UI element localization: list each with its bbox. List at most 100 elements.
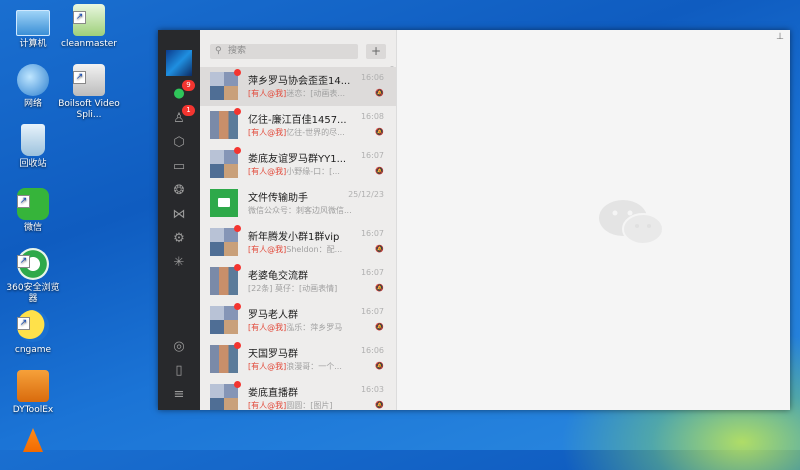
desktop-icon-label: 微信 — [23, 223, 42, 233]
menu-icon: ≡ — [173, 387, 185, 402]
desktop-icon-360-browser[interactable]: ↗ 360安全浏览器 — [2, 248, 64, 305]
mute-icon: 🔕 — [375, 89, 384, 97]
wechat-window: ● 9 ♙ 1 ⬡ ▭ ❂ ⋈ ⚙ ✳ ◎ ▯ ≡ ⚲ 搜索 + 萍乡罗马协会歪… — [158, 30, 790, 410]
desktop-icon-recycle-bin[interactable]: 回收站 — [2, 124, 64, 170]
preview-text: 微信公众号：刺客边风微信... — [248, 206, 352, 215]
sidebar-item-channels[interactable]: ⋈ — [169, 206, 189, 224]
desktop-icon-computer[interactable]: 计算机 — [2, 6, 64, 50]
phone-icon: ▯ — [175, 363, 183, 378]
add-chat-button[interactable]: + — [366, 44, 386, 59]
list-item[interactable]: 老婆龟交流群 16:07 [22条] 莫仔：[动画表情] 🔕 — [200, 262, 396, 301]
conversation-preview: [有人@我]浪漫哥：一个... — [248, 361, 366, 372]
sidebar-item-phone[interactable]: ▯ — [169, 362, 189, 380]
dytoolex-icon — [17, 370, 49, 402]
unread-dot — [234, 264, 241, 271]
desktop-icon-network[interactable]: 网络 — [2, 64, 64, 110]
conversation-time: 16:03 — [360, 385, 384, 394]
group-avatar — [210, 267, 238, 295]
conversation-time: 16:06 — [360, 73, 384, 82]
desktop-icon-label: 计算机 — [19, 39, 47, 49]
conversation-list: ⚲ 搜索 + 萍乡罗马协会歪歪14... 16:06 [有人@我]迷恋：[动画表… — [200, 30, 397, 410]
conversation-preview: [有人@我]圆圆：[图片] — [248, 400, 366, 410]
desktop-icon-vlc[interactable] — [2, 428, 64, 455]
shortcut-arrow-icon: ↗ — [73, 11, 86, 24]
list-item[interactable]: 娄底友谊罗马群YY1... 16:07 [有人@我]小野缘-口：[... 🔕 — [200, 145, 396, 184]
list-item[interactable]: 娄底直播群 16:03 [有人@我]圆圆：[图片] 🔕 — [200, 379, 396, 410]
unread-dot — [234, 147, 241, 154]
conversation-name: 天国罗马群 — [248, 349, 298, 360]
sidebar-item-favorites[interactable]: ⬡ — [169, 134, 189, 152]
desktop-icon-label: cleanmaster — [61, 39, 117, 49]
avatar[interactable] — [166, 50, 192, 76]
conversation-time: 16:07 — [360, 268, 384, 277]
mention-tag: [有人@我] — [248, 89, 287, 98]
conversation-preview: 微信公众号：刺客边风微信... — [248, 205, 366, 216]
list-item[interactable]: 文件传输助手 25/12/23 微信公众号：刺客边风微信... — [200, 184, 396, 223]
list-item[interactable]: 萍乡罗马协会歪歪14... 16:06 [有人@我]迷恋：[动画表... 🔕 — [200, 67, 396, 106]
desktop-icon-dytoolex[interactable]: DYToolEx — [2, 370, 64, 416]
search-input[interactable]: ⚲ 搜索 — [210, 44, 358, 59]
group-avatar — [210, 228, 238, 256]
wechat-watermark-icon — [599, 200, 664, 245]
preview-text: 浪漫哥：一个... — [286, 362, 342, 371]
conversation-name: 罗马老人群 — [248, 310, 298, 321]
sidebar-item-mini-programs[interactable]: ⚙ — [169, 230, 189, 248]
conversation-preview: [有人@我]Sheldon：配... — [248, 244, 366, 255]
desktop-icon-cngame[interactable]: ↗ cngame — [2, 310, 64, 356]
vlc-icon — [23, 428, 43, 452]
mute-icon: 🔕 — [375, 284, 384, 292]
sidebar-item-moments[interactable]: ❂ — [169, 182, 189, 200]
conversation-name: 文件传输助手 — [248, 193, 308, 204]
list-item[interactable]: 亿往-廉江百佳1457... 16:08 [有人@我]亿往-世界的尽... 🔕 — [200, 106, 396, 145]
sidebar-item-contacts[interactable]: ♙ 1 — [169, 105, 195, 128]
preview-text: 小野缘-口：[... — [286, 167, 340, 176]
desktop-icon-label: 网络 — [23, 99, 42, 109]
group-avatar — [210, 72, 238, 100]
mute-icon: 🔕 — [375, 167, 384, 175]
sidebar-item-menu[interactable]: ≡ — [169, 386, 189, 404]
group-avatar — [210, 306, 238, 334]
unread-dot — [234, 381, 241, 388]
sidebar-item-files[interactable]: ▭ — [169, 158, 189, 176]
desktop-icon-wechat[interactable]: ↗ 微信 — [2, 188, 64, 234]
mention-tag: [有人@我] — [248, 245, 287, 254]
shortcut-arrow-icon: ↗ — [73, 71, 86, 84]
unread-dot — [234, 69, 241, 76]
sidebar-item-link[interactable]: ◎ — [169, 338, 189, 356]
channels-icon: ⋈ — [172, 207, 186, 222]
list-item[interactable]: 罗马老人群 16:07 [有人@我]泓乐：萍乡罗马 🔕 — [200, 301, 396, 340]
mute-icon: 🔕 — [375, 128, 384, 136]
list-item[interactable]: 天国罗马群 16:06 [有人@我]浪漫哥：一个... 🔕 — [200, 340, 396, 379]
sidebar-item-chats[interactable]: ● 9 — [169, 80, 195, 103]
conversation-preview: [有人@我]亿往-世界的尽... — [248, 127, 366, 138]
conversation-preview: [有人@我]小野缘-口：[... — [248, 166, 366, 177]
conversation-time: 16:07 — [360, 307, 384, 316]
conversation-time: 25/12/23 — [348, 190, 384, 199]
unread-dot — [234, 303, 241, 310]
cngame-icon: ↗ — [17, 310, 49, 342]
conversation-time: 16:07 — [360, 151, 384, 160]
conversation-preview: [有人@我]泓乐：萍乡罗马 — [248, 322, 366, 333]
desktop-icon-cleanmaster[interactable]: ↗ cleanmaster — [58, 4, 120, 50]
desktop-icon-boilsoft[interactable]: ↗ Boilsoft Video Spli... — [58, 64, 120, 121]
list-item[interactable]: 新年腾发小群1群vip 16:07 [有人@我]Sheldon：配... 🔕 — [200, 223, 396, 262]
folder-icon: ▭ — [172, 159, 186, 174]
desktop-icon-label: 360安全浏览器 — [6, 283, 60, 304]
conversation-time: 16:07 — [360, 229, 384, 238]
unread-dot — [234, 342, 241, 349]
sidebar-item-discover[interactable]: ✳ — [169, 254, 189, 272]
mute-icon: 🔕 — [375, 245, 384, 253]
chat-unread-badge: 9 — [182, 80, 195, 91]
pin-window-icon[interactable]: ⊥ — [776, 32, 784, 42]
mute-icon: 🔕 — [375, 323, 384, 331]
conversation-name: 萍乡罗马协会歪歪14... — [248, 76, 351, 87]
moments-icon: ❂ — [173, 183, 185, 198]
preview-text: 迷恋：[动画表... — [286, 89, 345, 98]
link-icon: ◎ — [173, 339, 185, 354]
unread-dot — [234, 225, 241, 232]
boilsoft-icon: ↗ — [73, 64, 105, 96]
unread-dot — [234, 108, 241, 115]
shortcut-arrow-icon: ↗ — [17, 317, 30, 330]
conversation-name: 娄底友谊罗马群YY1... — [248, 154, 347, 165]
conversation-time: 16:08 — [360, 112, 384, 121]
